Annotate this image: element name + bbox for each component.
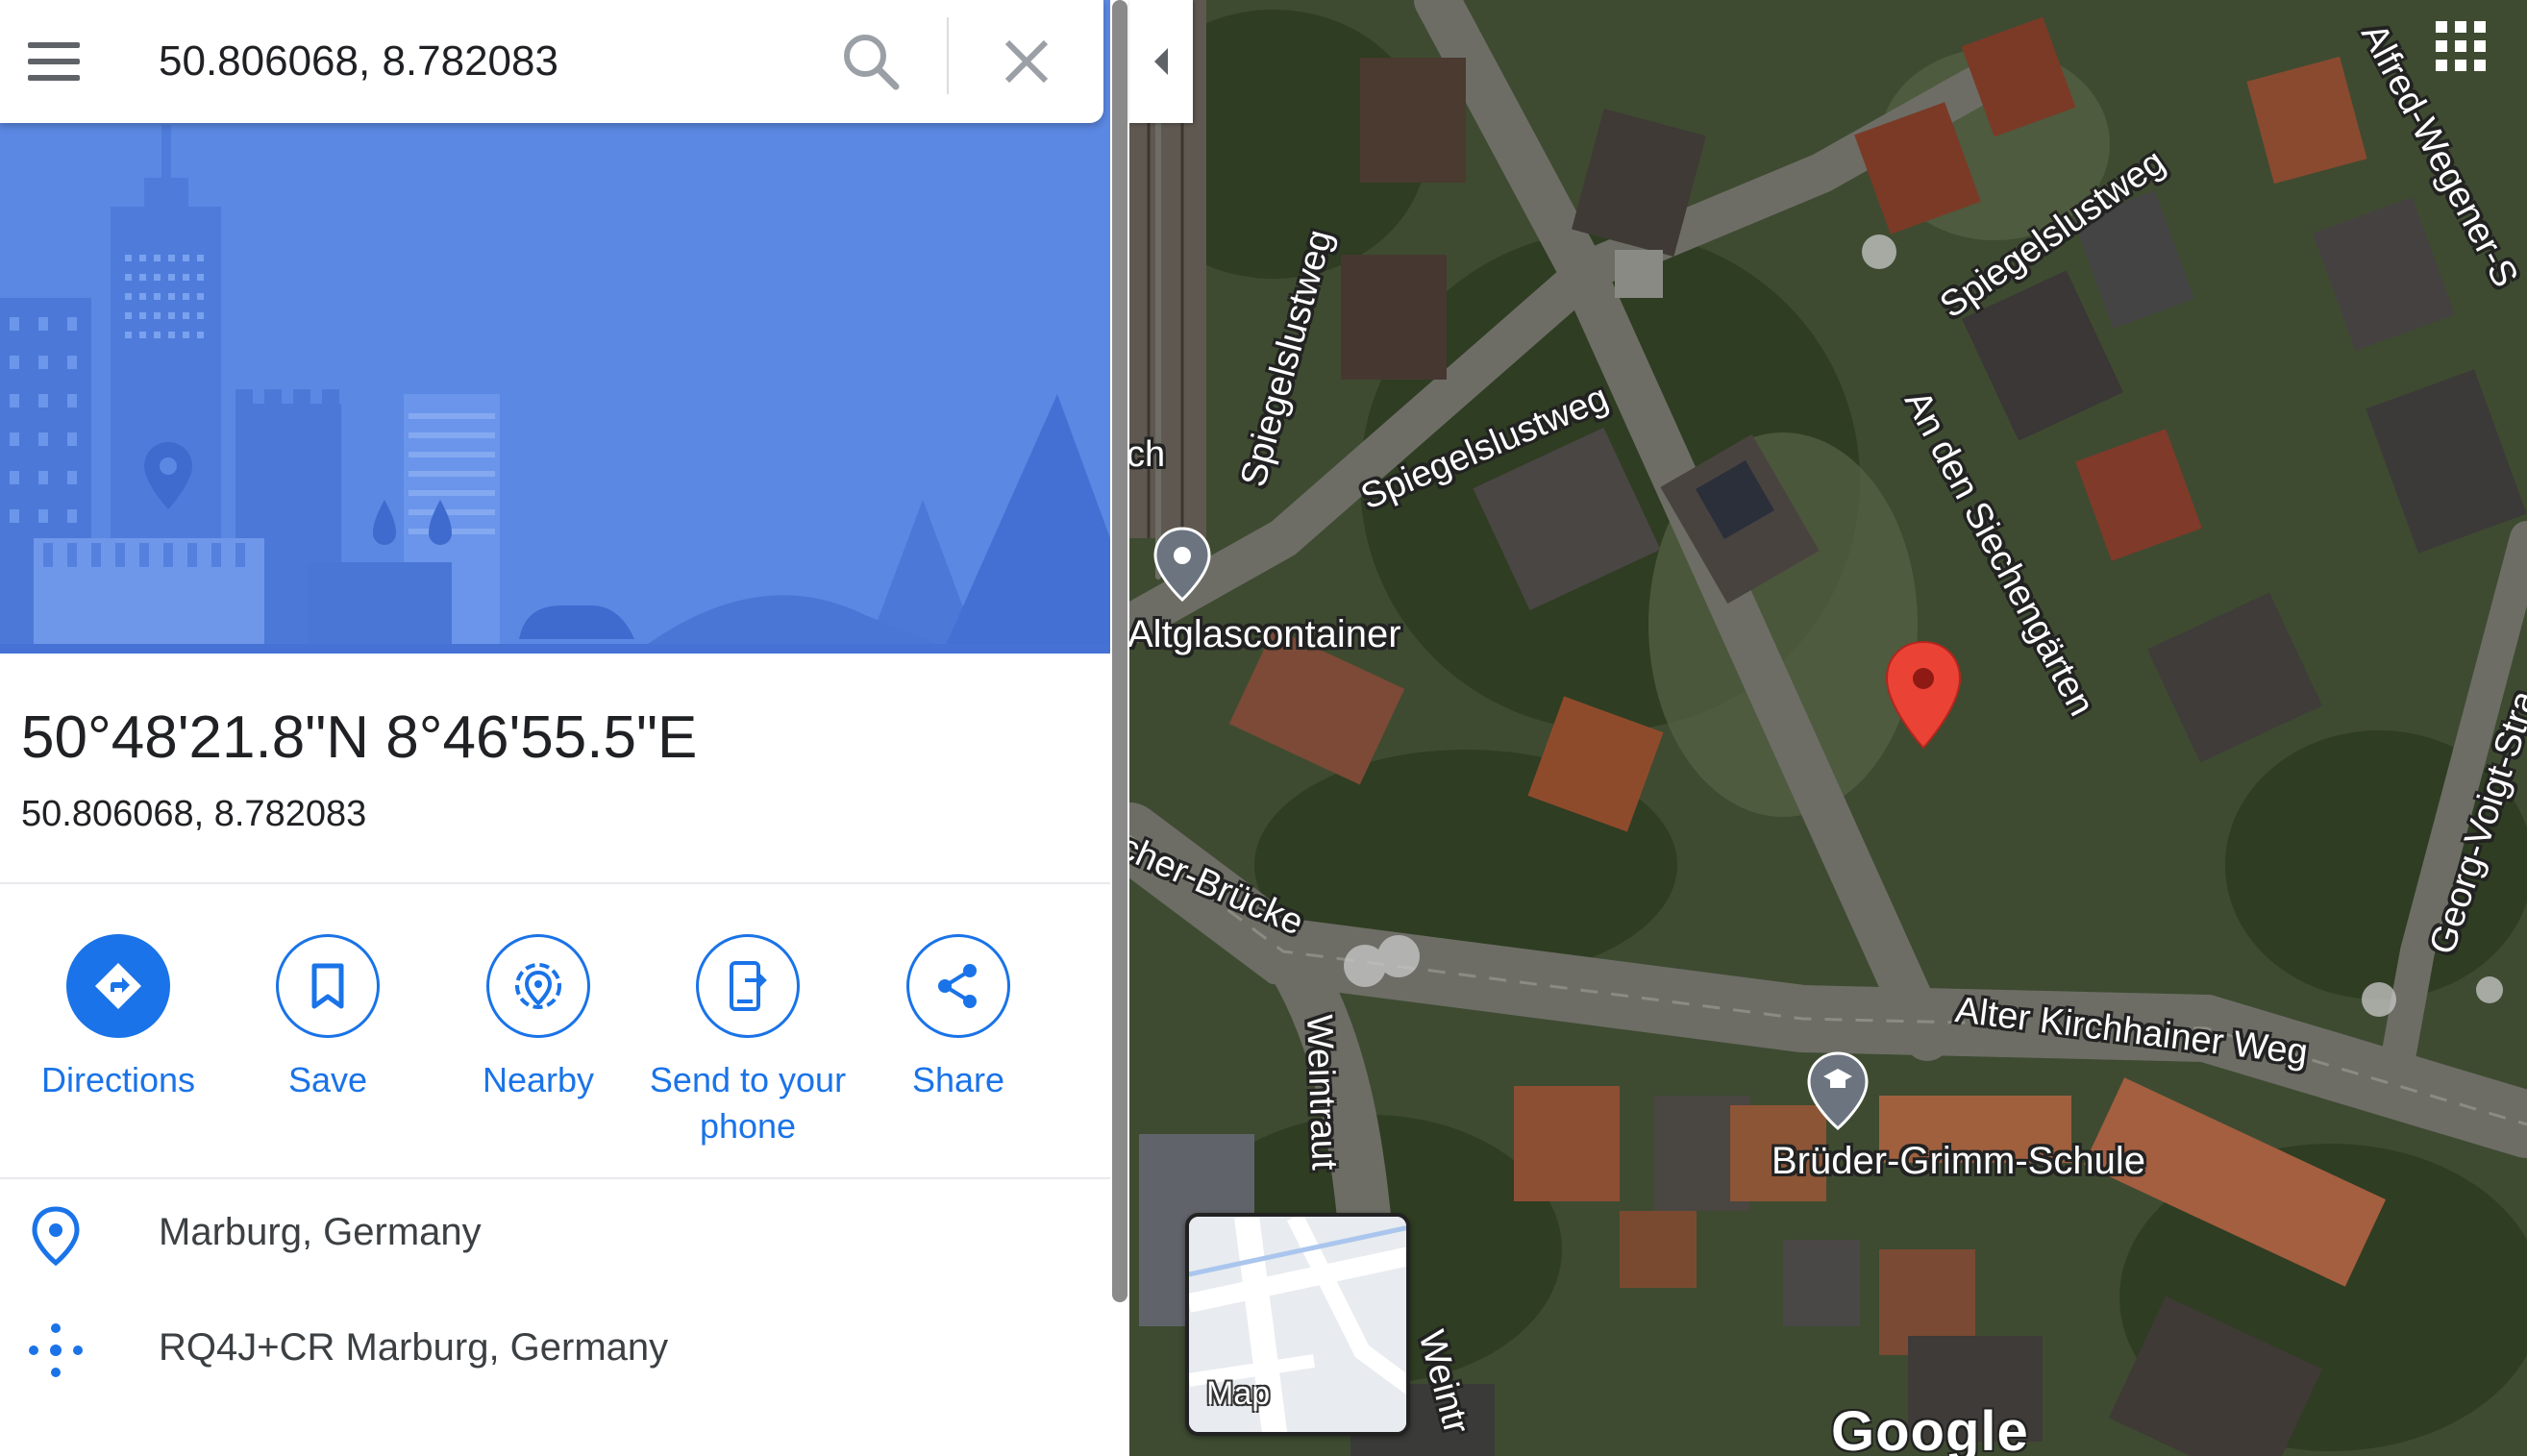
- panel-scrollbar[interactable]: [1110, 0, 1129, 1456]
- send-to-phone-button[interactable]: Send to your phone: [647, 934, 849, 1149]
- action-buttons: Directions Save Nearby Send to your phon…: [0, 886, 1110, 1179]
- chevron-left-icon: [1154, 48, 1168, 75]
- save-label: Save: [287, 1060, 368, 1099]
- search-input[interactable]: [159, 25, 783, 98]
- share-button[interactable]: Share: [857, 934, 1059, 1103]
- close-icon[interactable]: [990, 25, 1063, 98]
- street-label: Weintraut: [1299, 1014, 1345, 1172]
- save-button[interactable]: Save: [227, 934, 429, 1103]
- side-panel: 50°48'21.8"N 8°46'55.5"E 50.806068, 8.78…: [0, 0, 1110, 1456]
- place-info: Marburg, Germany RQ4J+CR Marburg, German…: [0, 1182, 1110, 1456]
- share-label: Share: [911, 1060, 1005, 1099]
- directions-button[interactable]: Directions: [17, 934, 219, 1103]
- google-logo: Google: [1831, 1400, 2029, 1456]
- plus-code-icon: [24, 1319, 87, 1382]
- locality-row[interactable]: Marburg, Germany: [0, 1182, 1110, 1288]
- bookmark-icon: [276, 934, 380, 1038]
- map-layer-label: Map: [1206, 1375, 1271, 1412]
- share-icon: [906, 934, 1010, 1038]
- send-to-phone-icon: [696, 934, 800, 1038]
- apps-grid-icon[interactable]: [2436, 21, 2490, 75]
- send-to-phone-label: Send to your phone: [649, 1060, 847, 1146]
- directions-label: Directions: [40, 1060, 196, 1099]
- plus-code-row[interactable]: RQ4J+CR Marburg, Germany: [0, 1297, 1110, 1403]
- plus-code-text: RQ4J+CR Marburg, Germany: [159, 1326, 669, 1369]
- street-label: ch: [1129, 434, 1166, 475]
- nearby-label: Nearby: [482, 1060, 595, 1099]
- place-coords-decimal: 50.806068, 8.782083: [21, 794, 367, 834]
- poi-label-altglascontainer[interactable]: Altglascontainer: [1129, 613, 1401, 656]
- place-title-dms: 50°48'21.8"N 8°46'55.5"E: [21, 704, 698, 771]
- poi-label-school[interactable]: Brüder-Grimm-Schule: [1771, 1140, 2145, 1183]
- directions-icon: [66, 934, 170, 1038]
- search-icon[interactable]: [834, 25, 907, 98]
- map-layer-toggle[interactable]: Map: [1185, 1213, 1410, 1436]
- search-divider: [947, 17, 949, 94]
- search-bar: [0, 0, 1103, 123]
- collapse-panel-button[interactable]: [1129, 0, 1193, 123]
- nearby-icon: [486, 934, 590, 1038]
- hamburger-menu-icon[interactable]: [23, 33, 85, 90]
- nearby-button[interactable]: Nearby: [437, 934, 639, 1103]
- location-pin-icon: [24, 1203, 87, 1267]
- place-header: 50°48'21.8"N 8°46'55.5"E 50.806068, 8.78…: [0, 654, 1110, 884]
- locality-text: Marburg, Germany: [159, 1211, 482, 1253]
